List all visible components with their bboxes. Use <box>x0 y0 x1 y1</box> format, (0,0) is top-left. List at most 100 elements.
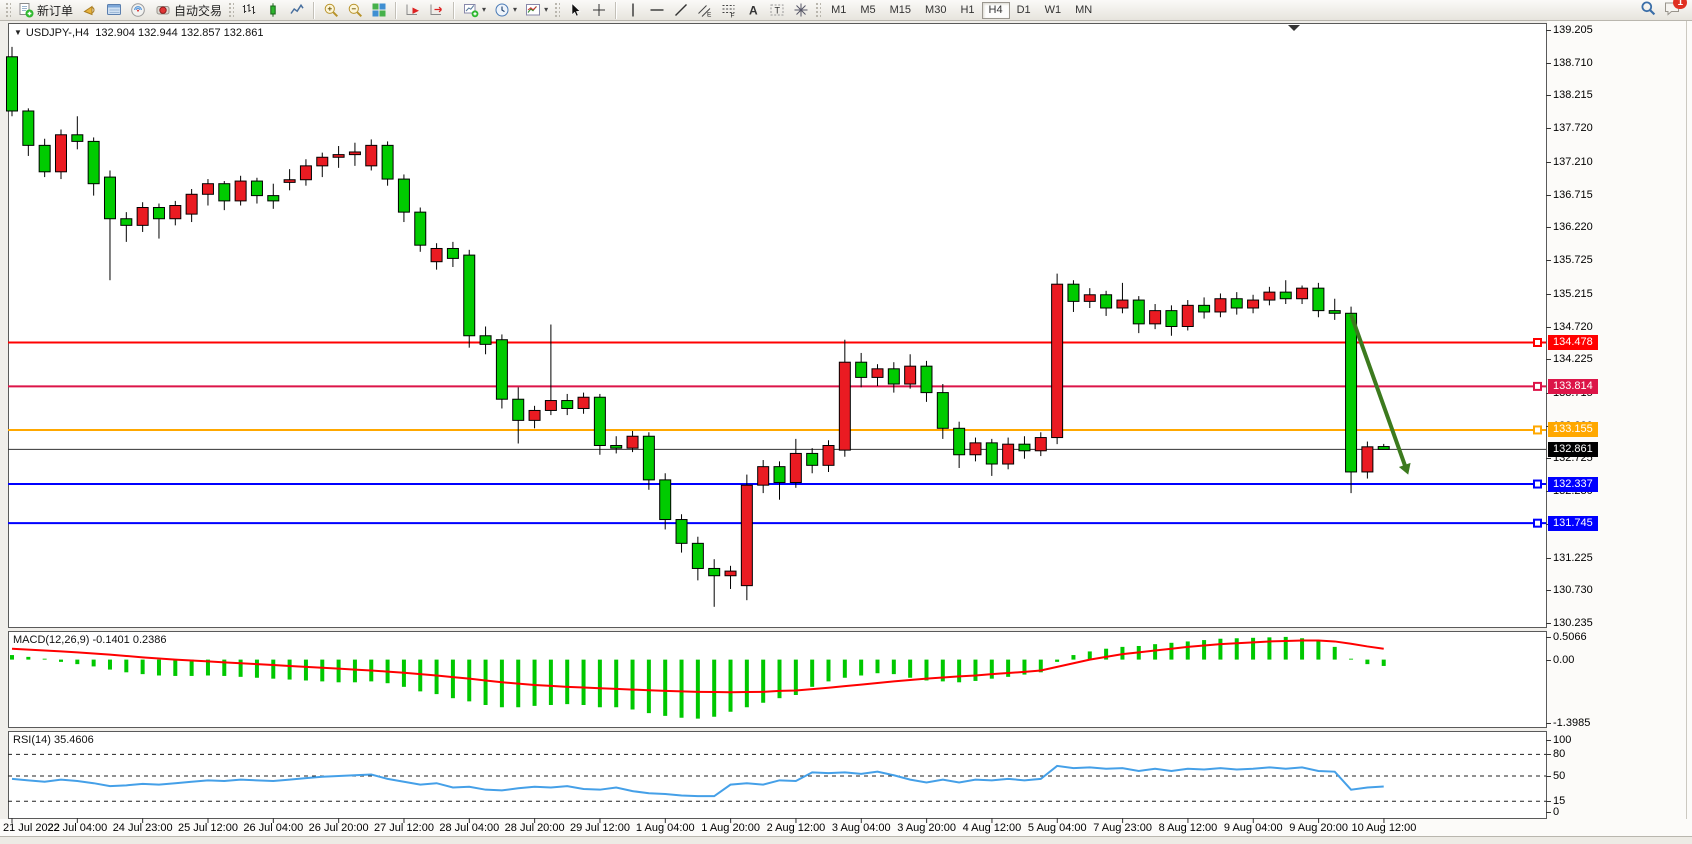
auto-trading-button[interactable]: 自动交易 <box>151 1 226 20</box>
price-axis-tick <box>1546 95 1551 96</box>
date-axis-label: 27 Jul 12:00 <box>368 822 440 834</box>
zoom-in-button[interactable] <box>319 1 343 20</box>
macd-axis-label: -1.3985 <box>1553 717 1590 729</box>
date-axis-label: 1 Aug 04:00 <box>629 822 701 834</box>
price-axis-label: 138.710 <box>1553 57 1593 69</box>
timeframe-M5[interactable]: M5 <box>853 2 882 19</box>
toolbar-separator <box>453 2 455 19</box>
date-axis-label: 8 Aug 12:00 <box>1152 822 1224 834</box>
timeframe-M30[interactable]: M30 <box>918 2 953 19</box>
timeframe-MN[interactable]: MN <box>1068 2 1099 19</box>
date-axis-label: 10 Aug 12:00 <box>1348 822 1420 834</box>
market-watch-icon <box>106 2 122 18</box>
toolbar-grip[interactable] <box>6 3 11 18</box>
price-axis-label: 139.205 <box>1553 24 1593 36</box>
price-axis-tick <box>1546 294 1551 295</box>
price-axis-label: 136.715 <box>1553 189 1593 201</box>
rsi-axis-label: 100 <box>1553 734 1571 746</box>
template-icon <box>525 2 541 18</box>
price-axis-tick <box>1546 590 1551 591</box>
new-chart-icon <box>463 2 479 18</box>
chart-bars-button[interactable] <box>237 1 261 20</box>
chart-ohlc-display: 132.904 132.944 132.857 132.861 <box>95 27 263 39</box>
crosshair-icon <box>591 2 607 18</box>
rsi-axis-label: 50 <box>1553 770 1565 782</box>
channel-button[interactable]: E <box>693 1 717 20</box>
timeframe-M1[interactable]: M1 <box>824 2 853 19</box>
toolbar-grip[interactable] <box>555 3 560 18</box>
search-icon[interactable] <box>1640 0 1656 21</box>
price-axis-tick <box>1546 195 1551 196</box>
text-button[interactable]: A <box>741 1 765 20</box>
chart-shift-button[interactable] <box>425 1 449 20</box>
toolbar-grip[interactable] <box>816 3 821 18</box>
vertical-line-button[interactable] <box>621 1 645 20</box>
timeframe-H4[interactable]: H4 <box>982 2 1010 19</box>
market-watch-button[interactable] <box>102 1 126 20</box>
timeframe-group: M1M5M15M30H1H4D1W1MN <box>824 2 1099 19</box>
horizontal-line-icon <box>649 2 665 18</box>
fibonacci-button[interactable]: F <box>717 1 741 20</box>
toolbar-grip[interactable] <box>229 3 234 18</box>
date-axis-label: 9 Aug 04:00 <box>1217 822 1289 834</box>
price-axis-tick <box>1546 458 1551 459</box>
macd-axis-tick <box>1546 723 1551 724</box>
timeframe-H1[interactable]: H1 <box>953 2 981 19</box>
timeframe-W1[interactable]: W1 <box>1038 2 1069 19</box>
label-button[interactable]: T <box>765 1 789 20</box>
chart-line-button[interactable] <box>285 1 309 20</box>
horizontal-line-button[interactable] <box>645 1 669 20</box>
period-button[interactable]: ▾ <box>490 1 521 20</box>
chart-bars-icon <box>241 2 257 18</box>
template-button[interactable]: ▾ <box>521 1 552 20</box>
trendline-icon <box>673 2 689 18</box>
svg-text:A: A <box>749 4 758 18</box>
price-axis-label: 137.720 <box>1553 122 1593 134</box>
rsi-indicator-label: RSI(14) 35.4606 <box>13 734 94 746</box>
crosshair-button[interactable] <box>587 1 611 20</box>
chart-candles-button[interactable] <box>261 1 285 20</box>
zoom-out-icon <box>347 2 363 18</box>
chart-dropdown-icon[interactable]: ▼ <box>14 28 22 37</box>
arrows-icon <box>793 2 809 18</box>
new-chart-button[interactable]: ▾ <box>459 1 490 20</box>
macd-pane[interactable] <box>8 631 1547 728</box>
price-axis-tick <box>1546 162 1551 163</box>
auto-trading-icon <box>155 2 171 18</box>
price-axis-label: 135.725 <box>1553 254 1593 266</box>
zoom-out-button[interactable] <box>343 1 367 20</box>
date-axis-label: 4 Aug 12:00 <box>956 822 1028 834</box>
notifications-button[interactable]: 1 <box>1664 0 1680 21</box>
arrows-button[interactable] <box>789 1 813 20</box>
price-axis-label: 136.220 <box>1553 221 1593 233</box>
tile-windows-button[interactable] <box>367 1 391 20</box>
current-price-badge: 132.861 <box>1548 442 1598 457</box>
date-axis-label: 22 Jul 04:00 <box>41 822 113 834</box>
date-axis-label: 3 Aug 04:00 <box>825 822 897 834</box>
main-toolbar: 新订单 自动交易 ▾▾▾ EFAT M1M5M15M30H1H4D1W1MN 1 <box>0 0 1692 21</box>
trendline-button[interactable] <box>669 1 693 20</box>
price-level-badge: 134.478 <box>1548 335 1598 350</box>
new-order-button[interactable]: 新订单 <box>14 1 77 20</box>
svg-text:F: F <box>731 13 735 19</box>
rsi-pane[interactable] <box>8 731 1547 819</box>
price-axis-tick <box>1546 327 1551 328</box>
macd-indicator-label: MACD(12,26,9) -0.1401 0.2386 <box>13 634 167 646</box>
price-axis-tick <box>1546 623 1551 624</box>
rsi-axis-tick <box>1546 801 1551 802</box>
main-chart-pane[interactable] <box>8 23 1547 628</box>
auto-scroll-button[interactable] <box>401 1 425 20</box>
cursor-button[interactable] <box>563 1 587 20</box>
toolbar-separator <box>395 2 397 19</box>
macd-axis-label: 0.00 <box>1553 654 1574 666</box>
signals-button[interactable] <box>126 1 150 20</box>
cursor-icon <box>567 2 583 18</box>
price-axis-label: 130.730 <box>1553 584 1593 596</box>
timeframe-D1[interactable]: D1 <box>1010 2 1038 19</box>
price-level-badge: 133.814 <box>1548 379 1598 394</box>
timeframe-M15[interactable]: M15 <box>883 2 918 19</box>
price-level-badge: 131.745 <box>1548 516 1598 531</box>
news-button[interactable] <box>78 1 102 20</box>
zoom-in-icon <box>323 2 339 18</box>
new-order-label: 新订单 <box>37 2 73 19</box>
